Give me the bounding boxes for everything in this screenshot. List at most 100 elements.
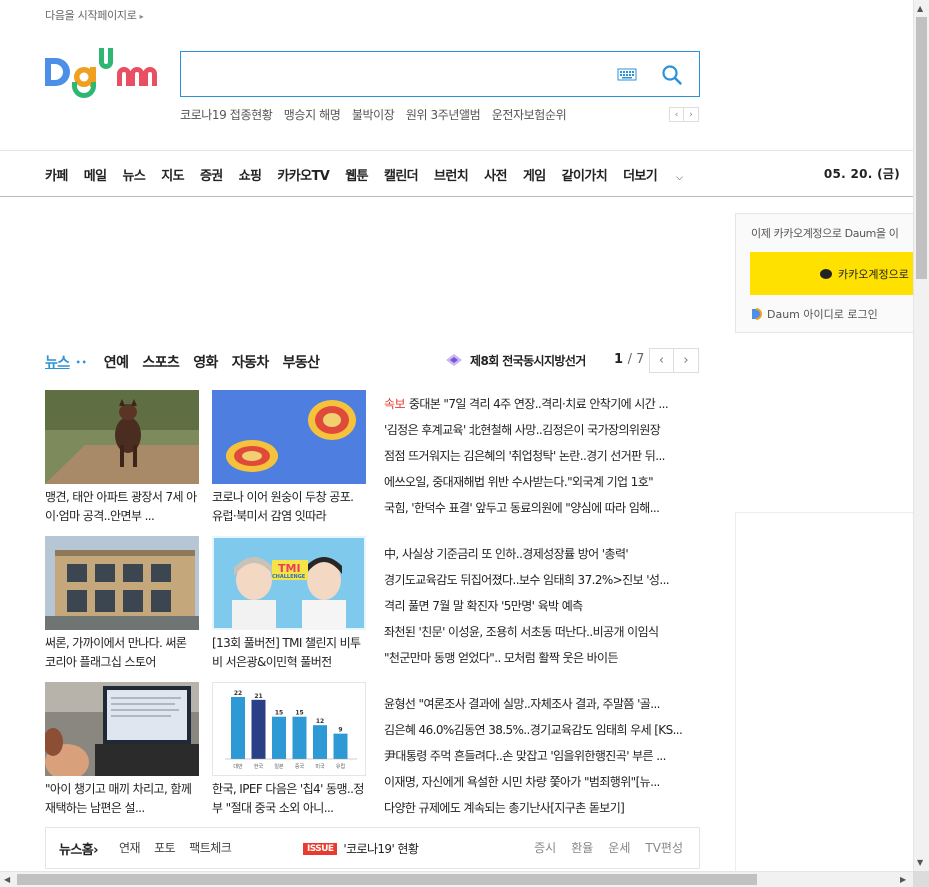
kakao-login-button[interactable]: 카카오계정으로 bbox=[750, 252, 913, 295]
headline-item[interactable]: 국힘, '한덕수 표결' 앞두고 동료의원에 "양심에 따라 임해... bbox=[384, 498, 700, 524]
news-card[interactable]: 써론, 가까이에서 만나다. 써론 코리아 플래그십 스토어 bbox=[45, 536, 199, 672]
news-card[interactable]: "아이 챙기고 매끼 차리고, 함께 재택하는 남편은 설... bbox=[45, 682, 199, 818]
trend-keyword[interactable]: 불박이장 bbox=[352, 108, 395, 122]
news-prev-button[interactable]: ‹ bbox=[649, 348, 674, 373]
daum-id-login-link[interactable]: Daum 아이디로 로그인 bbox=[751, 306, 878, 322]
headline-item[interactable]: 점점 뜨거워지는 김은혜의 '취업청탁' 논란..경기 선거판 뒤... bbox=[384, 446, 700, 472]
news-link-factcheck[interactable]: 팩트체크 bbox=[189, 839, 232, 856]
news-tabs: 뉴스 •• 연예 스포츠 영화 자동차 부동산 bbox=[45, 352, 333, 372]
page-current: 1 bbox=[614, 352, 624, 367]
headline-item[interactable]: 격리 풀면 7월 말 확진자 '5만명' 육박 예측 bbox=[384, 596, 700, 622]
news-caption: 코로나 이어 원숭이 두창 공포. 유럽·북미서 감염 잇따라 bbox=[212, 490, 354, 523]
news-page-nav: ‹ › bbox=[649, 348, 699, 373]
news-card[interactable]: TMI CHALLENGE [13회 풀버전] TMI 챌린지 비투비 서은광&… bbox=[212, 536, 366, 672]
tab-movie[interactable]: 영화 bbox=[193, 352, 218, 372]
search-box[interactable] bbox=[180, 51, 700, 97]
headline-item[interactable]: 김은혜 46.0%김동연 38.5%..경기교육감도 임태희 우세 [KS... bbox=[384, 720, 700, 746]
daum-id-login-label: Daum 아이디로 로그인 bbox=[767, 308, 878, 321]
nav-kakaotv[interactable]: 카카오TV bbox=[277, 165, 329, 184]
issue-link[interactable]: ISSUE '코로나19' 현황 bbox=[303, 840, 419, 857]
nav-more[interactable]: 더보기 ⌵ bbox=[623, 165, 698, 184]
daum-logo-graphic bbox=[45, 48, 157, 98]
nav-together[interactable]: 같이가치 bbox=[562, 165, 608, 184]
scroll-up-icon[interactable]: ▲ bbox=[917, 4, 923, 13]
trend-keyword[interactable]: 코로나19 접종현황 bbox=[180, 108, 273, 122]
chart-category-label: 대만 bbox=[233, 763, 243, 770]
news-footer: 뉴스홈› 연재 포토 팩트체크 ISSUE '코로나19' 현황 증시 환율 운… bbox=[45, 827, 700, 869]
nav-brunch[interactable]: 브런치 bbox=[434, 165, 469, 184]
news-link-series[interactable]: 연재 bbox=[119, 839, 141, 856]
news-thumbnail: 22 대만 21 한국 15 일본 15 중국 12 미국 9 유럽 bbox=[212, 682, 366, 776]
nav-webtoon[interactable]: 웹툰 bbox=[345, 165, 368, 184]
chart-bar bbox=[313, 725, 327, 759]
nav-game[interactable]: 게임 bbox=[523, 165, 546, 184]
news-card[interactable]: 22 대만 21 한국 15 일본 15 중국 12 미국 9 유럽 한국, IPEF 다음은 '칩4… bbox=[212, 682, 366, 818]
vertical-scrollbar[interactable]: ▲ ▼ bbox=[913, 0, 929, 871]
daum-logo[interactable] bbox=[44, 48, 162, 100]
headline-item[interactable]: 에쓰오일, 중대재해법 위반 수사받는다."외국계 기업 1호" bbox=[384, 472, 700, 498]
mini-bar-chart: 22 대만 21 한국 15 일본 15 중국 12 미국 9 유럽 bbox=[225, 690, 357, 770]
election-link[interactable]: 제8회 전국동시지방선거 bbox=[444, 351, 586, 369]
kakao-login-label: 카카오계정으로 bbox=[838, 267, 909, 281]
horizontal-scrollbar[interactable]: ◀ ▶ bbox=[0, 871, 929, 887]
nav-shopping[interactable]: 쇼핑 bbox=[239, 165, 262, 184]
vertical-scroll-thumb[interactable] bbox=[916, 17, 927, 279]
news-card[interactable]: 코로나 이어 원숭이 두창 공포. 유럽·북미서 감염 잇따라 bbox=[212, 390, 366, 526]
scrollbar-corner bbox=[913, 871, 929, 887]
tab-car[interactable]: 자동차 bbox=[232, 352, 269, 372]
search-input[interactable] bbox=[191, 60, 591, 88]
trend-keyword[interactable]: 맹승지 해명 bbox=[284, 108, 341, 122]
link-stock-market[interactable]: 증시 bbox=[534, 839, 556, 856]
ballot-icon bbox=[446, 354, 462, 366]
tab-realestate[interactable]: 부동산 bbox=[283, 352, 320, 372]
news-link-photo[interactable]: 포토 bbox=[154, 839, 176, 856]
nav-map[interactable]: 지도 bbox=[161, 165, 184, 184]
link-exchange-rate[interactable]: 환율 bbox=[571, 839, 593, 856]
nav-more-label: 더보기 bbox=[623, 169, 658, 184]
set-homepage-link[interactable]: 다음을 시작페이지로 ▸ bbox=[45, 7, 144, 23]
nav-dictionary[interactable]: 사전 bbox=[484, 165, 507, 184]
nav-stock[interactable]: 증권 bbox=[200, 165, 223, 184]
nav-calendar[interactable]: 캘린더 bbox=[384, 165, 419, 184]
news-next-button[interactable]: › bbox=[674, 348, 699, 373]
headline-item[interactable]: 경기도교육감도 뒤집어졌다..보수 임태희 37.2%>진보 '성... bbox=[384, 570, 700, 596]
nav-cafe[interactable]: 카페 bbox=[45, 165, 68, 184]
news-home-link[interactable]: 뉴스홈› bbox=[59, 839, 98, 858]
trend-keyword[interactable]: 원위 3주년앨범 bbox=[406, 108, 481, 122]
headline-item[interactable]: 속보 중대본 "7일 격리 4주 연장..격리·치료 안착기에 시간 ... bbox=[384, 394, 700, 420]
scroll-right-icon[interactable]: ▶ bbox=[900, 875, 906, 884]
news-thumbnail: TMI CHALLENGE bbox=[212, 536, 366, 630]
nav-news[interactable]: 뉴스 bbox=[122, 165, 145, 184]
link-tv-schedule[interactable]: TV편성 bbox=[645, 839, 683, 856]
tab-entertainment[interactable]: 연예 bbox=[104, 352, 129, 372]
nav-mail[interactable]: 메일 bbox=[84, 165, 107, 184]
horizontal-scroll-thumb[interactable] bbox=[17, 874, 757, 885]
chart-value-label: 15 bbox=[275, 710, 283, 717]
news-caption: "아이 챙기고 매끼 차리고, 함께 재택하는 남편은 설... bbox=[45, 782, 192, 815]
news-card[interactable]: 맹견, 태안 아파트 광장서 7세 아이·엄마 공격..안면부 ... bbox=[45, 390, 199, 526]
headline-item[interactable]: 좌천된 '친문' 이성윤, 조용히 서초동 떠난다..비공개 이임식 bbox=[384, 622, 700, 648]
news-caption: 맹견, 태안 아파트 광장서 7세 아이·엄마 공격..안면부 ... bbox=[45, 490, 197, 523]
trend-prev-button[interactable]: ‹ bbox=[669, 107, 684, 122]
headline-item[interactable]: 尹대통령 주먹 흔들려다..손 맞잡고 '임을위한행진곡' 부른 ... bbox=[384, 746, 700, 772]
news-caption: [13회 풀버전] TMI 챌린지 비투비 서은광&이민혁 풀버전 bbox=[212, 636, 361, 669]
keyboard-icon[interactable] bbox=[617, 67, 637, 81]
headline-item[interactable]: 윤형선 "여론조사 결과에 실망..자체조사 결과, 주말쯤 '골... bbox=[384, 694, 700, 720]
today-date: 05. 20. (금) bbox=[823, 167, 900, 181]
search-icon[interactable] bbox=[661, 64, 683, 86]
headline-item[interactable]: '김정은 후계교육' 北현철해 사망..김정은이 국가장의위원장 bbox=[384, 420, 700, 446]
headline-item[interactable]: 中, 사실상 기준금리 또 인하..경제성장률 방어 '총력' bbox=[384, 544, 700, 570]
headline-text: 중대본 "7일 격리 4주 연장..격리·치료 안착기에 시간 ... bbox=[408, 397, 669, 411]
headline-item[interactable]: 다양한 규제에도 계속되는 총기난사[지구촌 돋보기] bbox=[384, 798, 700, 824]
headline-item[interactable]: 이재명, 자신에게 욕설한 시민 차량 쫓아가 "범죄행위"[뉴... bbox=[384, 772, 700, 798]
chart-value-label: 22 bbox=[234, 690, 242, 697]
headline-item[interactable]: "천군만마 동맹 얻었다".. 모처럼 활짝 웃은 바이든 bbox=[384, 648, 700, 674]
chart-value-label: 15 bbox=[295, 710, 303, 717]
trend-next-button[interactable]: › bbox=[684, 107, 699, 122]
scroll-left-icon[interactable]: ◀ bbox=[4, 875, 10, 884]
scroll-down-icon[interactable]: ▼ bbox=[917, 858, 923, 867]
trend-keyword[interactable]: 운전자보험순위 bbox=[492, 108, 567, 122]
tab-news[interactable]: 뉴스 bbox=[45, 352, 70, 372]
link-fortune[interactable]: 운세 bbox=[608, 839, 630, 856]
tab-sports[interactable]: 스포츠 bbox=[142, 352, 179, 372]
